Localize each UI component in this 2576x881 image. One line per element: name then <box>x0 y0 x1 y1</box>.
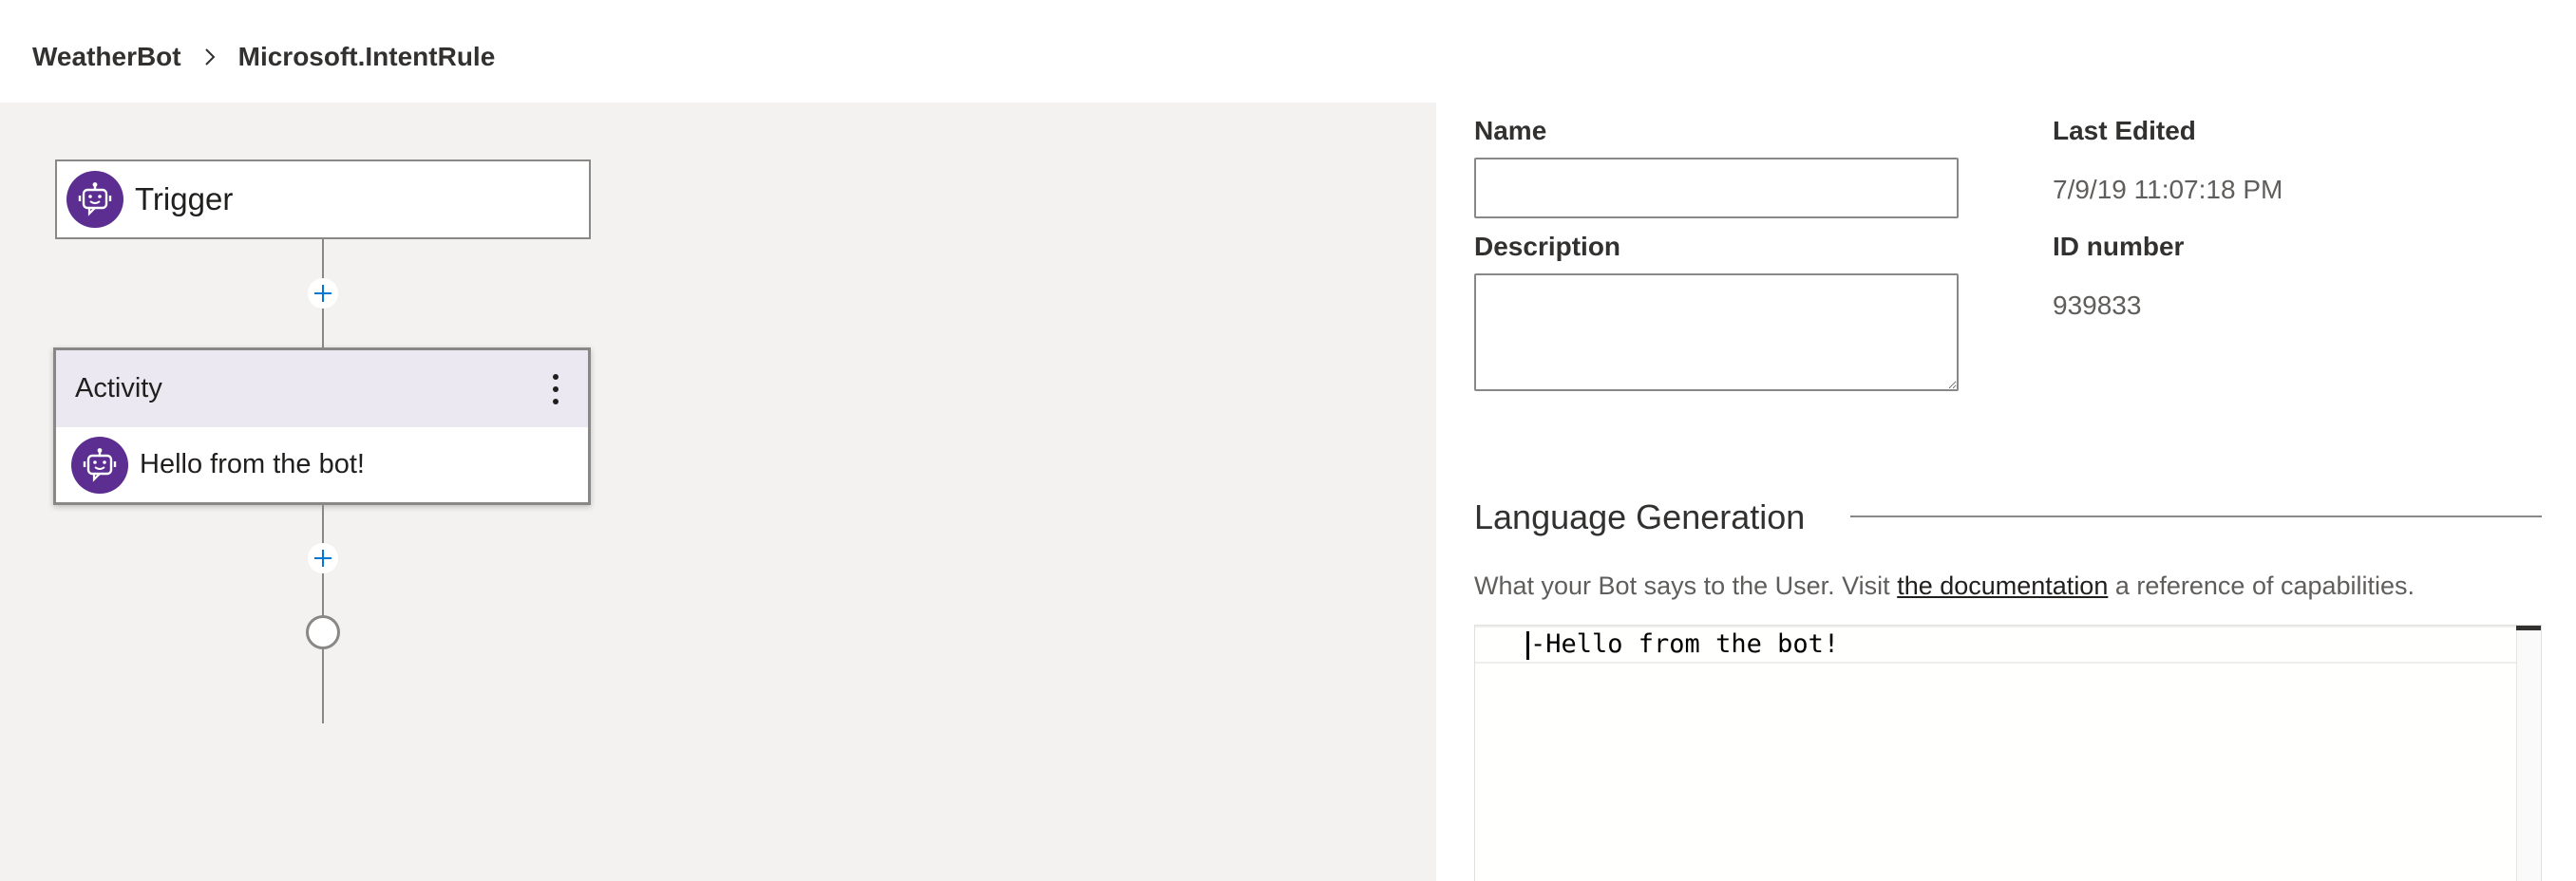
help-prefix: What your Bot says to the User. Visit <box>1474 572 1898 600</box>
connector-line <box>322 505 324 723</box>
trigger-node[interactable]: Trigger <box>55 159 591 239</box>
last-edited-label: Last Edited <box>2053 116 2196 145</box>
breadcrumb-item-weatherbot[interactable]: WeatherBot <box>32 42 181 72</box>
id-number-value: 939833 <box>2053 291 2142 320</box>
plus-icon[interactable] <box>308 278 338 309</box>
activity-card-body: Hello from the bot! <box>56 427 588 502</box>
editor-scrollbar[interactable] <box>2516 626 2541 881</box>
description-label: Description <box>1474 232 1621 261</box>
bot-icon <box>71 436 128 494</box>
plus-icon[interactable] <box>308 543 338 573</box>
activity-message: Hello from the bot! <box>140 449 365 479</box>
breadcrumb-current: Microsoft.IntentRule <box>237 42 496 71</box>
language-generation-help: What your Bot says to the User. Visit th… <box>1474 572 2415 601</box>
id-number-label: ID number <box>2053 232 2185 261</box>
editor-code-text: -Hello from the bot! <box>1530 629 1840 659</box>
scrollbar-thumb[interactable] <box>2516 626 2541 630</box>
chevron-right-icon <box>191 38 229 76</box>
text-cursor <box>1526 631 1529 660</box>
lg-code-editor[interactable]: -Hello from the bot! <box>1474 625 2542 881</box>
activity-card[interactable]: Activity Hello from the bot! <box>53 347 591 505</box>
section-divider <box>1850 515 2542 517</box>
description-field[interactable] <box>1474 273 1959 391</box>
activity-title: Activity <box>75 373 162 403</box>
documentation-link[interactable]: the documentation <box>1897 572 2108 600</box>
header-bar: WeatherBot Microsoft.IntentRule <box>0 0 2576 103</box>
language-generation-title: Language Generation <box>1474 497 1806 536</box>
more-vertical-icon[interactable] <box>537 368 575 410</box>
help-suffix: a reference of capabilities. <box>2108 572 2415 600</box>
trigger-label: Trigger <box>135 181 234 216</box>
name-input[interactable] <box>1474 158 1959 218</box>
last-edited-value: 7/9/19 11:07:18 PM <box>2053 175 2283 204</box>
breadcrumb: WeatherBot Microsoft.IntentRule <box>32 38 495 76</box>
flow-canvas[interactable]: Trigger Activity Hello from the bot! <box>0 103 1436 881</box>
end-circle-icon <box>306 615 340 649</box>
activity-card-header: Activity <box>56 350 588 427</box>
bot-icon <box>66 171 123 228</box>
name-label: Name <box>1474 116 1547 145</box>
